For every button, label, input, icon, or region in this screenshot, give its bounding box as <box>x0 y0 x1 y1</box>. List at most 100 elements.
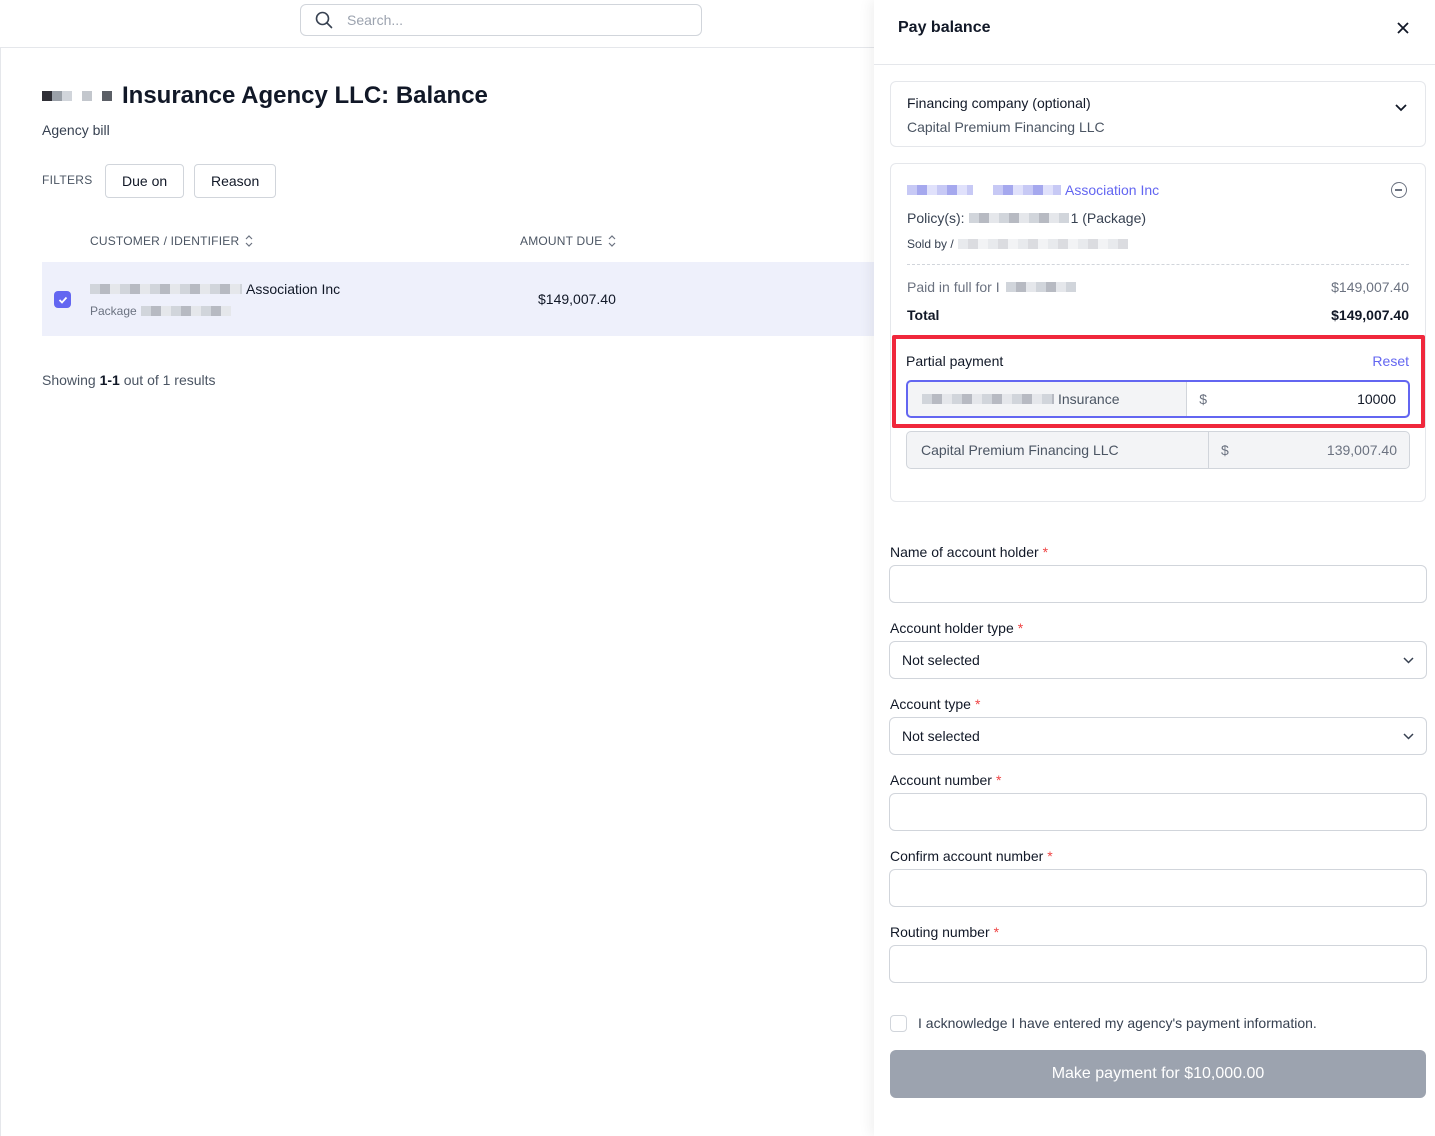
top-bar <box>0 0 874 48</box>
page-subtitle: Agency bill <box>42 122 110 138</box>
required-marker: * <box>995 772 1002 788</box>
financing-amount-value: 139,007.40 <box>1326 442 1397 458</box>
column-header-customer[interactable]: CUSTOMER / IDENTIFIER <box>90 234 253 248</box>
divider <box>907 264 1409 265</box>
routing-number-label-text: Routing number <box>890 924 990 940</box>
remove-circle-icon[interactable] <box>1391 182 1407 198</box>
account-number-label: Account number * <box>890 772 1001 788</box>
drawer-title: Pay balance <box>898 19 991 36</box>
confirm-number-label-text: Confirm account number <box>890 848 1044 864</box>
close-button[interactable] <box>1391 16 1415 40</box>
currency-symbol: $ <box>1199 391 1207 407</box>
customer-name-text: Association Inc <box>246 281 341 297</box>
chevron-down-icon <box>1403 656 1414 664</box>
confirm-number-label: Confirm account number * <box>890 848 1053 864</box>
column-header-customer-label: CUSTOMER / IDENTIFIER <box>90 234 240 248</box>
paid-in-full-amount: $149,007.40 <box>1331 279 1409 295</box>
redacted-text <box>90 284 242 294</box>
financing-payer-name: Capital Premium Financing LLC <box>907 432 1209 468</box>
account-type-select[interactable]: Not selected <box>889 717 1427 755</box>
column-header-amount-label: AMOUNT DUE <box>520 234 603 248</box>
account-type-value: Not selected <box>902 728 980 744</box>
policy-insured-name[interactable]: Association Inc <box>907 182 1159 198</box>
required-marker: * <box>974 696 981 712</box>
acknowledge-text: I acknowledge I have entered my agency's… <box>918 1015 1317 1031</box>
redacted-text <box>140 306 231 316</box>
results-summary: Showing 1-1 out of 1 results <box>42 372 216 388</box>
confirm-number-input[interactable] <box>889 869 1427 907</box>
drawer-header: Pay balance <box>874 0 1435 65</box>
search-input[interactable] <box>347 12 667 28</box>
redacted-text <box>957 239 1128 249</box>
results-suffix: out of 1 results <box>123 372 216 388</box>
payer-name: Insurance <box>908 382 1188 416</box>
redacted-text <box>922 394 1054 404</box>
partial-payment-row-agency: Insurance $ <box>906 380 1410 418</box>
holder-type-select[interactable]: Not selected <box>889 641 1427 679</box>
redacted-text <box>1005 282 1076 292</box>
results-prefix: Showing <box>42 372 96 388</box>
table-row[interactable]: Association Inc Package $149,007.40 <box>42 262 875 336</box>
routing-number-label: Routing number * <box>890 924 999 940</box>
account-number-label-text: Account number <box>890 772 992 788</box>
paid-in-full-text: Paid in full for I <box>907 279 1000 295</box>
payment-amount-field[interactable]: $ <box>1187 382 1408 416</box>
holder-type-value: Not selected <box>902 652 980 668</box>
main-content: Insurance Agency LLC: Balance Agency bil… <box>0 48 875 1136</box>
acknowledge-checkbox[interactable] <box>890 1015 907 1032</box>
total-amount: $149,007.40 <box>1331 307 1409 323</box>
financing-company-select[interactable]: Financing company (optional) Capital Pre… <box>890 81 1426 147</box>
column-header-amount[interactable]: AMOUNT DUE <box>520 234 616 248</box>
account-number-input[interactable] <box>889 793 1427 831</box>
redacted-text <box>907 185 973 195</box>
paid-in-full-label: Paid in full for I <box>907 279 1076 295</box>
partial-payment-label: Partial payment <box>906 353 1004 369</box>
total-label: Total <box>907 307 940 323</box>
payment-amount-input[interactable] <box>1215 391 1396 407</box>
row-checkbox[interactable] <box>54 291 71 308</box>
partial-payment-row-financing: Capital Premium Financing LLC $ 139,007.… <box>906 431 1410 469</box>
search-icon <box>315 11 333 29</box>
chevron-down-icon <box>1395 104 1407 112</box>
filters-label: FILTERS <box>42 173 93 187</box>
results-range: 1-1 <box>99 372 120 388</box>
required-marker: * <box>1017 620 1024 636</box>
redacted-logo <box>42 91 112 101</box>
required-marker: * <box>1042 544 1049 560</box>
financing-company-label: Financing company (optional) <box>907 95 1091 111</box>
sort-icon <box>609 235 616 247</box>
make-payment-button[interactable]: Make payment for $10,000.00 <box>890 1050 1426 1098</box>
policy-list: Policy(s): 1 (Package) <box>907 210 1146 226</box>
redacted-text <box>993 185 1061 195</box>
chevron-down-icon <box>1403 732 1414 740</box>
sort-icon <box>245 235 253 247</box>
routing-number-input[interactable] <box>889 945 1427 983</box>
close-icon <box>1397 21 1409 34</box>
policy-list-suffix: 1 (Package) <box>1070 210 1147 226</box>
page-title-text: Insurance Agency LLC: Balance <box>122 82 488 109</box>
search-box[interactable] <box>300 4 702 36</box>
holder-name-label: Name of account holder * <box>890 544 1048 560</box>
reset-link[interactable]: Reset <box>1372 353 1409 369</box>
holder-name-input[interactable] <box>889 565 1427 603</box>
check-icon <box>58 296 67 304</box>
holder-type-label: Account holder type * <box>890 620 1023 636</box>
filter-reason-button[interactable]: Reason <box>194 164 277 198</box>
customer-name: Association Inc <box>90 281 340 297</box>
required-marker: * <box>993 924 1000 940</box>
financing-amount-field: $ 139,007.40 <box>1209 432 1409 468</box>
customer-identifier: Package <box>90 304 231 318</box>
holder-type-label-text: Account holder type <box>890 620 1014 636</box>
account-type-label: Account type * <box>890 696 980 712</box>
redacted-text <box>968 213 1069 223</box>
financing-company-value: Capital Premium Financing LLC <box>907 119 1105 135</box>
account-type-label-text: Account type <box>890 696 971 712</box>
amount-due: $149,007.40 <box>538 291 616 307</box>
required-marker: * <box>1047 848 1053 864</box>
holder-name-label-text: Name of account holder <box>890 544 1039 560</box>
sold-by-text: Sold by / <box>907 237 954 251</box>
filter-due-on-button[interactable]: Due on <box>105 164 185 198</box>
policy-insured-name-text: Association Inc <box>1065 182 1160 198</box>
pay-balance-drawer: Pay balance Financing company (optional)… <box>874 0 1435 1136</box>
identifier-text: Package <box>90 304 137 318</box>
